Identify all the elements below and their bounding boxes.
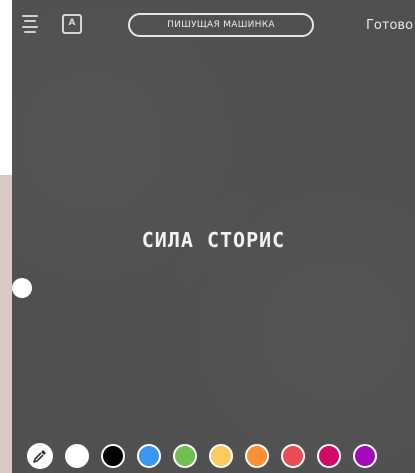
eyedropper-icon[interactable] <box>27 443 53 469</box>
color-swatch-2[interactable] <box>101 444 125 468</box>
color-swatch-7[interactable] <box>281 444 305 468</box>
text-background-style-icon[interactable]: A <box>62 14 82 34</box>
text-editor-canvas[interactable]: A ПИШУЩАЯ МАШИНКА Готово СИЛА СТОРИС <box>12 0 415 473</box>
color-swatch-1[interactable] <box>65 444 89 468</box>
color-swatch-6[interactable] <box>245 444 269 468</box>
background-top <box>0 0 12 175</box>
text-align-icon[interactable] <box>22 15 38 33</box>
done-button[interactable]: Готово <box>366 18 413 38</box>
color-palette <box>27 443 415 469</box>
color-swatch-4[interactable] <box>173 444 197 468</box>
background-left <box>0 175 12 473</box>
color-swatch-5[interactable] <box>209 444 233 468</box>
font-selector-button[interactable]: ПИШУЩАЯ МАШИНКА <box>128 13 314 37</box>
text-size-slider-handle[interactable] <box>12 278 32 298</box>
color-swatch-3[interactable] <box>137 444 161 468</box>
story-editor-screen: A ПИШУЩАЯ МАШИНКА Готово СИЛА СТОРИС <box>0 0 415 473</box>
color-swatch-8[interactable] <box>317 444 341 468</box>
color-swatch-9[interactable] <box>353 444 377 468</box>
story-text[interactable]: СИЛА СТОРИС <box>12 228 415 258</box>
